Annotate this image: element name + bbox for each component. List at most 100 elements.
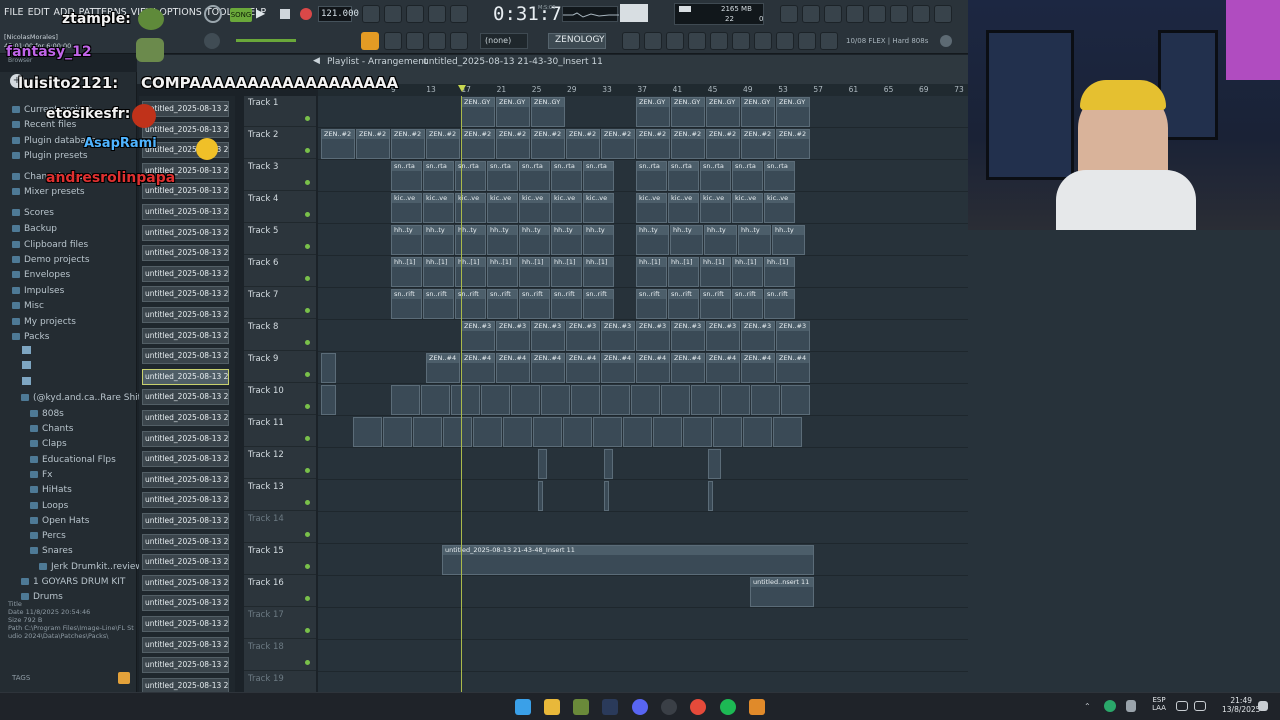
pattern-clip[interactable]: sn..rift bbox=[487, 289, 518, 319]
touch-controller-icon[interactable] bbox=[754, 32, 772, 50]
notification-icon[interactable] bbox=[1258, 701, 1268, 711]
pattern-clip[interactable] bbox=[473, 417, 502, 447]
master-pitch-slider[interactable] bbox=[236, 39, 296, 42]
track-mute-led[interactable] bbox=[305, 404, 310, 409]
pattern-clip[interactable]: sn..rta bbox=[700, 161, 731, 191]
pattern-clip[interactable]: ZEN..#2 bbox=[426, 129, 460, 159]
pattern-clip[interactable] bbox=[511, 385, 540, 415]
pattern-clip[interactable] bbox=[321, 353, 336, 383]
channel-button[interactable]: untitled_2025-08-13 21- bbox=[142, 533, 229, 550]
obs-icon[interactable] bbox=[661, 699, 677, 715]
pattern-clip[interactable]: hh..ty bbox=[636, 225, 669, 255]
pattern-clip[interactable]: hh..[1] bbox=[668, 257, 699, 287]
audio-clip[interactable]: untitled..nsert 11 bbox=[750, 577, 814, 607]
pattern-clip[interactable] bbox=[653, 417, 682, 447]
browser-item[interactable]: Open Hats bbox=[30, 513, 89, 528]
channel-button[interactable]: untitled_2025-08-13 21- bbox=[142, 389, 229, 406]
pattern-clip[interactable]: ZEN..#4 bbox=[531, 353, 565, 383]
pattern-clip[interactable]: sn..rift bbox=[391, 289, 422, 319]
pattern-clip[interactable]: ZEN..#4 bbox=[496, 353, 530, 383]
tray-app-icon[interactable] bbox=[1104, 700, 1116, 712]
play-icon[interactable]: ▶ bbox=[256, 6, 270, 22]
pattern-clip[interactable]: kic..ve bbox=[487, 193, 518, 223]
pattern-clip[interactable]: ZEN..#2 bbox=[601, 129, 635, 159]
pack-folder-icon[interactable] bbox=[22, 361, 31, 369]
track-header[interactable]: Track 8 bbox=[244, 320, 316, 351]
start-icon[interactable] bbox=[515, 699, 531, 715]
pattern-clip[interactable]: ZEN..#4 bbox=[566, 353, 600, 383]
pattern-clip[interactable] bbox=[451, 385, 480, 415]
tempo-display[interactable]: 121.000 bbox=[318, 6, 359, 22]
cart-icon[interactable] bbox=[820, 32, 838, 50]
browser-item[interactable]: Chants bbox=[30, 421, 73, 436]
pattern-clip[interactable]: sn..rift bbox=[764, 289, 795, 319]
channel-button[interactable]: untitled_2025-08-13 21- bbox=[142, 616, 229, 632]
plugin-selector[interactable]: ZENOLOGY bbox=[548, 33, 606, 49]
language-indicator[interactable]: ESP LAA bbox=[1150, 696, 1168, 712]
globe-icon[interactable] bbox=[940, 35, 952, 47]
track-header[interactable]: Track 13 bbox=[244, 480, 316, 511]
pattern-clip[interactable]: sn..rta bbox=[668, 161, 699, 191]
track-header[interactable]: Track 7 bbox=[244, 288, 316, 319]
pattern-clip[interactable] bbox=[601, 385, 630, 415]
channel-button[interactable]: untitled_2025-08-13 21- bbox=[142, 677, 229, 692]
save-icon[interactable] bbox=[868, 5, 886, 23]
pattern-clip[interactable]: sn..rta bbox=[764, 161, 795, 191]
pattern-clip[interactable]: ZEN..#3 bbox=[601, 321, 635, 351]
pattern-clip[interactable]: ZEN..#3 bbox=[636, 321, 670, 351]
playlist-icon[interactable] bbox=[622, 32, 640, 50]
browser-view-icon[interactable] bbox=[710, 32, 728, 50]
piano-roll-icon[interactable] bbox=[644, 32, 662, 50]
pattern-clip[interactable]: kic..ve bbox=[700, 193, 731, 223]
track-mute-led[interactable] bbox=[305, 500, 310, 505]
fl-studio-icon[interactable] bbox=[749, 699, 765, 715]
channel-button[interactable]: untitled_2025-08-13 21- bbox=[142, 574, 229, 591]
track-header[interactable]: Track 18 bbox=[244, 640, 316, 671]
record-icon[interactable] bbox=[300, 8, 312, 20]
pack-folder-icon[interactable] bbox=[22, 377, 31, 385]
menu-file[interactable]: FILE bbox=[4, 7, 24, 18]
audio-clip[interactable]: untitled_2025-08-13 21-43-48_Insert 11 bbox=[442, 545, 814, 575]
pattern-clip[interactable]: ZEN..#3 bbox=[531, 321, 565, 351]
pattern-clip[interactable]: kic..ve bbox=[636, 193, 667, 223]
pattern-clip[interactable]: hh..ty bbox=[519, 225, 550, 255]
browser-item[interactable]: Percs bbox=[30, 528, 66, 543]
channel-button[interactable]: untitled_2025-08-13 21- bbox=[142, 430, 229, 447]
pattern-clip[interactable]: ZEN..#2 bbox=[566, 129, 600, 159]
pattern-clip[interactable] bbox=[713, 417, 742, 447]
wait-record-icon[interactable] bbox=[384, 5, 402, 23]
chrome-icon[interactable] bbox=[690, 699, 706, 715]
browser-item[interactable]: Snares bbox=[30, 543, 73, 558]
pattern-clip[interactable]: sn..rift bbox=[668, 289, 699, 319]
pattern-clip[interactable]: sn..rift bbox=[583, 289, 614, 319]
playlist-grid[interactable]: ZEN..GY ZEN..GY ZEN..GY ZEN..GY ZEN..GY ZEN..… bbox=[318, 96, 968, 692]
pattern-clip[interactable] bbox=[708, 449, 721, 479]
network-icon[interactable] bbox=[1176, 701, 1188, 711]
pattern-clip[interactable]: sn..rift bbox=[636, 289, 667, 319]
browser-item[interactable]: Plugin presets bbox=[12, 148, 88, 163]
pattern-clip[interactable] bbox=[321, 385, 336, 415]
channel-button[interactable]: untitled_2025-08-13 21- bbox=[142, 657, 229, 674]
pattern-clip[interactable]: sn..rift bbox=[519, 289, 550, 319]
channel-button[interactable]: untitled_2025-08-13 21- bbox=[142, 224, 229, 241]
pattern-clip[interactable]: sn..rta bbox=[732, 161, 763, 191]
pattern-clip[interactable]: ZEN..#2 bbox=[706, 129, 740, 159]
pattern-clip[interactable]: hh..[1] bbox=[519, 257, 550, 287]
track-header[interactable]: Track 9 bbox=[244, 352, 316, 383]
pattern-clip[interactable]: ZEN..GY bbox=[531, 97, 565, 127]
pattern-clip[interactable]: ZEN..#3 bbox=[671, 321, 705, 351]
pattern-clip[interactable] bbox=[391, 385, 420, 415]
pattern-clip[interactable]: hh..[1] bbox=[764, 257, 795, 287]
pattern-clip[interactable]: kic..ve bbox=[551, 193, 582, 223]
pattern-clip[interactable]: hh..ty bbox=[704, 225, 737, 255]
pattern-clip[interactable] bbox=[708, 481, 713, 511]
browser-item[interactable]: Backup bbox=[12, 221, 57, 236]
browser-item[interactable]: Packs bbox=[12, 329, 49, 344]
channel-button[interactable]: untitled_2025-08-13 21- bbox=[142, 410, 229, 426]
pattern-clip[interactable]: ZEN..GY bbox=[496, 97, 530, 127]
link-icon[interactable] bbox=[428, 32, 446, 50]
pattern-clip[interactable]: sn..rift bbox=[551, 289, 582, 319]
step-edit-icon[interactable] bbox=[428, 5, 446, 23]
channel-button[interactable]: untitled_2025-08-13 21- bbox=[142, 327, 229, 344]
track-mute-led[interactable] bbox=[305, 596, 310, 601]
